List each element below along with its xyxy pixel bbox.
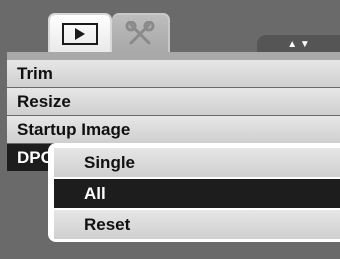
menu-item-startup-image[interactable]: Startup Image	[7, 116, 340, 143]
submenu-item-all[interactable]: All	[54, 179, 340, 208]
submenu-item-reset[interactable]: Reset	[54, 210, 340, 239]
dpof-submenu: Single All Reset	[48, 143, 340, 242]
menu-tabs	[48, 13, 170, 53]
menu-item-resize[interactable]: Resize	[7, 88, 340, 115]
submenu-item-single[interactable]: Single	[54, 148, 340, 177]
menu-item-trim[interactable]: Trim	[7, 60, 340, 87]
menu-header-band	[7, 52, 340, 60]
scroll-arrows-indicator: ▲ ▼	[257, 35, 340, 53]
camera-menu-screen: ▲ ▼ Trim Resize Startup Image DPOF Singl…	[0, 0, 340, 259]
play-icon	[62, 23, 98, 45]
wrench-icon	[125, 21, 155, 45]
tab-setup[interactable]	[112, 13, 170, 53]
tab-playback[interactable]	[48, 13, 112, 53]
